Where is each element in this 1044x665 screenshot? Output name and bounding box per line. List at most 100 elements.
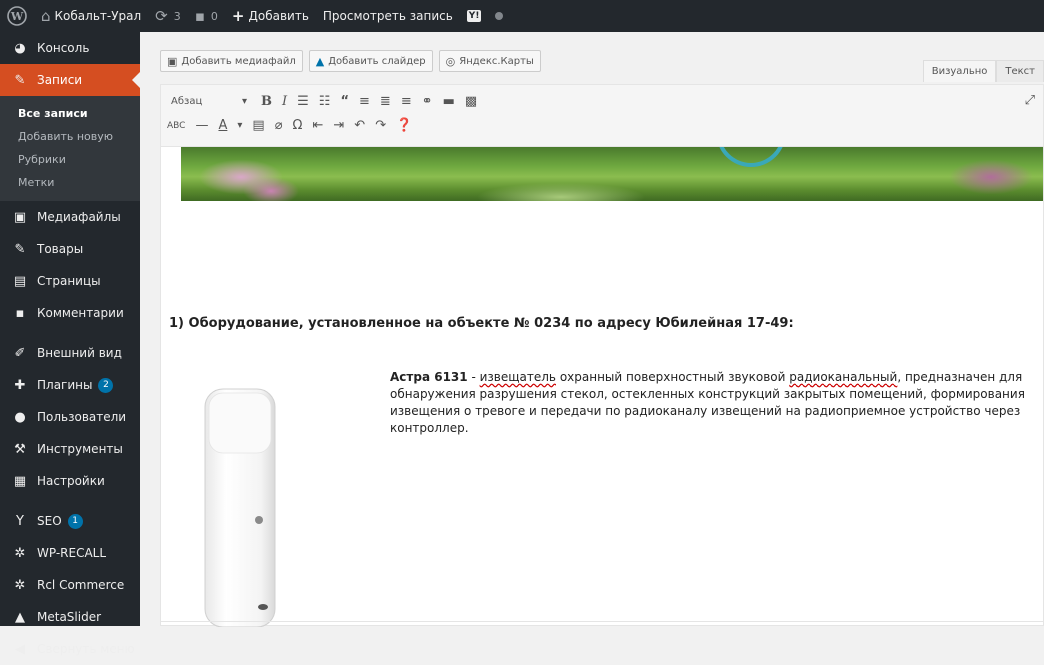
format-select[interactable]: Абзац ▾ bbox=[167, 91, 251, 111]
blockquote-icon[interactable]: “ bbox=[340, 94, 349, 109]
menu-label: Страницы bbox=[37, 274, 101, 288]
wordpress-logo-icon[interactable]: W bbox=[0, 0, 34, 32]
fullscreen-icon[interactable]: ⤢ bbox=[1025, 93, 1035, 108]
menu-label: Настройки bbox=[37, 474, 105, 488]
banner-circle-shape bbox=[716, 147, 786, 167]
astra-6131-product-image bbox=[204, 388, 276, 627]
menu-label: WP-RECALL bbox=[37, 546, 107, 560]
updates-link[interactable]: ⟳ 3 bbox=[148, 0, 188, 32]
gear-icon: ✲ bbox=[14, 577, 26, 593]
strikethrough-icon[interactable]: ABC bbox=[167, 121, 185, 131]
read-more-icon[interactable]: ▬ bbox=[443, 94, 455, 109]
updates-count: 3 bbox=[173, 9, 181, 23]
menu-media[interactable]: ▣ Медиафайлы bbox=[0, 201, 140, 233]
link-icon[interactable]: ⚭ bbox=[422, 94, 433, 109]
admin-sidebar: ◕ Консоль ✎ Записи Все записи Добавить н… bbox=[0, 32, 140, 657]
menu-tools[interactable]: ⚒ Инструменты bbox=[0, 433, 140, 465]
tab-text[interactable]: Текст bbox=[996, 60, 1044, 82]
submenu-all-posts[interactable]: Все записи bbox=[0, 102, 140, 125]
menu-console[interactable]: ◕ Консоль bbox=[0, 32, 140, 64]
posts-submenu: Все записи Добавить новую Рубрики Метки bbox=[0, 96, 140, 201]
menu-separator bbox=[0, 497, 140, 505]
site-name-link[interactable]: ⌂ Кобальт-Урал bbox=[34, 0, 148, 32]
comment-icon: ▪ bbox=[15, 305, 25, 321]
add-new-link[interactable]: + Добавить bbox=[225, 0, 316, 32]
submenu-add-new[interactable]: Добавить новую bbox=[0, 125, 140, 148]
chevron-down-icon[interactable]: ▾ bbox=[237, 120, 242, 131]
clear-formatting-icon[interactable]: ⌀ bbox=[275, 118, 283, 133]
menu-collapse[interactable]: ◀ Свернуть меню bbox=[0, 633, 140, 665]
bullet-list-icon[interactable]: ☰ bbox=[297, 94, 309, 109]
toolbar-row-2: ABC — A ▾ ▤ ⌀ Ω ⇤ ⇥ ↶ ↷ ❓ bbox=[167, 118, 412, 133]
tab-visual[interactable]: Визуально bbox=[922, 60, 997, 82]
align-left-icon[interactable]: ≡ bbox=[359, 94, 370, 109]
align-right-icon[interactable]: ≡ bbox=[401, 94, 412, 109]
home-icon: ⌂ bbox=[41, 7, 51, 25]
italic-icon[interactable]: I bbox=[282, 94, 287, 109]
add-new-label: Добавить bbox=[248, 9, 309, 23]
yandex-maps-button[interactable]: ◎ Яндекс.Карты bbox=[438, 50, 541, 72]
menu-pages[interactable]: ▤ Страницы bbox=[0, 265, 140, 297]
menu-posts[interactable]: ✎ Записи bbox=[0, 64, 140, 96]
menu-label: Rcl Commerce bbox=[37, 578, 125, 592]
comments-link[interactable]: ▪ 0 bbox=[188, 0, 225, 32]
undo-icon[interactable]: ↶ bbox=[354, 118, 365, 133]
menu-label: Медиафайлы bbox=[37, 210, 121, 224]
bold-icon[interactable]: B bbox=[261, 94, 272, 109]
pin-icon: ✎ bbox=[14, 241, 26, 257]
toolbar-toggle-icon[interactable]: ▩ bbox=[465, 94, 477, 109]
seo-status bbox=[488, 0, 510, 32]
menu-settings[interactable]: ▦ Настройки bbox=[0, 465, 140, 497]
add-media-label: Добавить медиафайл bbox=[181, 55, 296, 67]
media-icon: ▣ bbox=[13, 209, 27, 225]
menu-wp-recall[interactable]: ✲ WP-RECALL bbox=[0, 537, 140, 569]
outdent-icon[interactable]: ⇤ bbox=[312, 118, 323, 133]
menu-label: MetaSlider bbox=[37, 610, 102, 624]
desc-text: охранный поверхностный звуковой bbox=[556, 370, 790, 384]
seo-icon: Y bbox=[16, 513, 24, 529]
status-dot-icon bbox=[495, 12, 504, 20]
editor-body[interactable]: 1) Оборудование, установленное на объект… bbox=[161, 147, 1043, 627]
menu-comments[interactable]: ▪ Комментарии bbox=[0, 297, 140, 329]
media-buttons: ▣ Добавить медиафайл ▲ Добавить слайдер … bbox=[160, 50, 541, 72]
spellcheck-word: радиоканальный bbox=[789, 370, 898, 384]
svg-text:W: W bbox=[10, 10, 24, 23]
menu-plugins[interactable]: ✚ Плагины 2 bbox=[0, 369, 140, 401]
menu-metaslider[interactable]: ▲ MetaSlider bbox=[0, 601, 140, 633]
menu-label: SEO bbox=[37, 514, 62, 528]
yandex-maps-label: Яндекс.Карты bbox=[459, 55, 534, 67]
numbered-list-icon[interactable]: ☷ bbox=[319, 94, 331, 109]
comment-icon: ▪ bbox=[194, 7, 205, 25]
admin-bar: W ⌂ Кобальт-Урал ⟳ 3 ▪ 0 + Добавить Прос… bbox=[0, 0, 1044, 32]
submenu-tags[interactable]: Метки bbox=[0, 171, 140, 194]
help-icon[interactable]: ❓ bbox=[396, 118, 412, 133]
view-post-link[interactable]: Просмотреть запись bbox=[316, 0, 460, 32]
menu-appearance[interactable]: ✐ Внешний вид bbox=[0, 337, 140, 369]
settings-icon: ▦ bbox=[13, 473, 27, 489]
menu-seo[interactable]: Y SEO 1 bbox=[0, 505, 140, 537]
mountain-icon: ▲ bbox=[15, 609, 25, 625]
menu-label: Плагины bbox=[37, 378, 93, 392]
paste-text-icon[interactable]: ▤ bbox=[252, 118, 264, 133]
menu-label: Товары bbox=[37, 242, 84, 256]
indent-icon[interactable]: ⇥ bbox=[333, 118, 344, 133]
menu-label: Пользователи bbox=[37, 410, 127, 424]
horizontal-line-icon[interactable]: — bbox=[195, 118, 208, 133]
seo-badge: 1 bbox=[67, 513, 83, 529]
add-media-button[interactable]: ▣ Добавить медиафайл bbox=[160, 50, 303, 72]
menu-products[interactable]: ✎ Товары bbox=[0, 233, 140, 265]
text-color-icon[interactable]: A bbox=[218, 118, 227, 133]
submenu-categories[interactable]: Рубрики bbox=[0, 148, 140, 171]
special-char-icon[interactable]: Ω bbox=[293, 118, 303, 133]
menu-label: Инструменты bbox=[37, 442, 123, 456]
content-heading: 1) Оборудование, установленное на объект… bbox=[169, 316, 794, 331]
menu-rcl-commerce[interactable]: ✲ Rcl Commerce bbox=[0, 569, 140, 601]
seo-menu[interactable]: Y! bbox=[460, 0, 489, 32]
add-slider-button[interactable]: ▲ Добавить слайдер bbox=[308, 50, 433, 72]
slider-icon: ▲ bbox=[315, 54, 325, 68]
menu-users[interactable]: ● Пользователи bbox=[0, 401, 140, 433]
comments-count: 0 bbox=[210, 9, 218, 23]
align-center-icon[interactable]: ≣ bbox=[380, 94, 391, 109]
product-name: Астра 6131 bbox=[390, 370, 468, 384]
redo-icon[interactable]: ↷ bbox=[375, 118, 386, 133]
